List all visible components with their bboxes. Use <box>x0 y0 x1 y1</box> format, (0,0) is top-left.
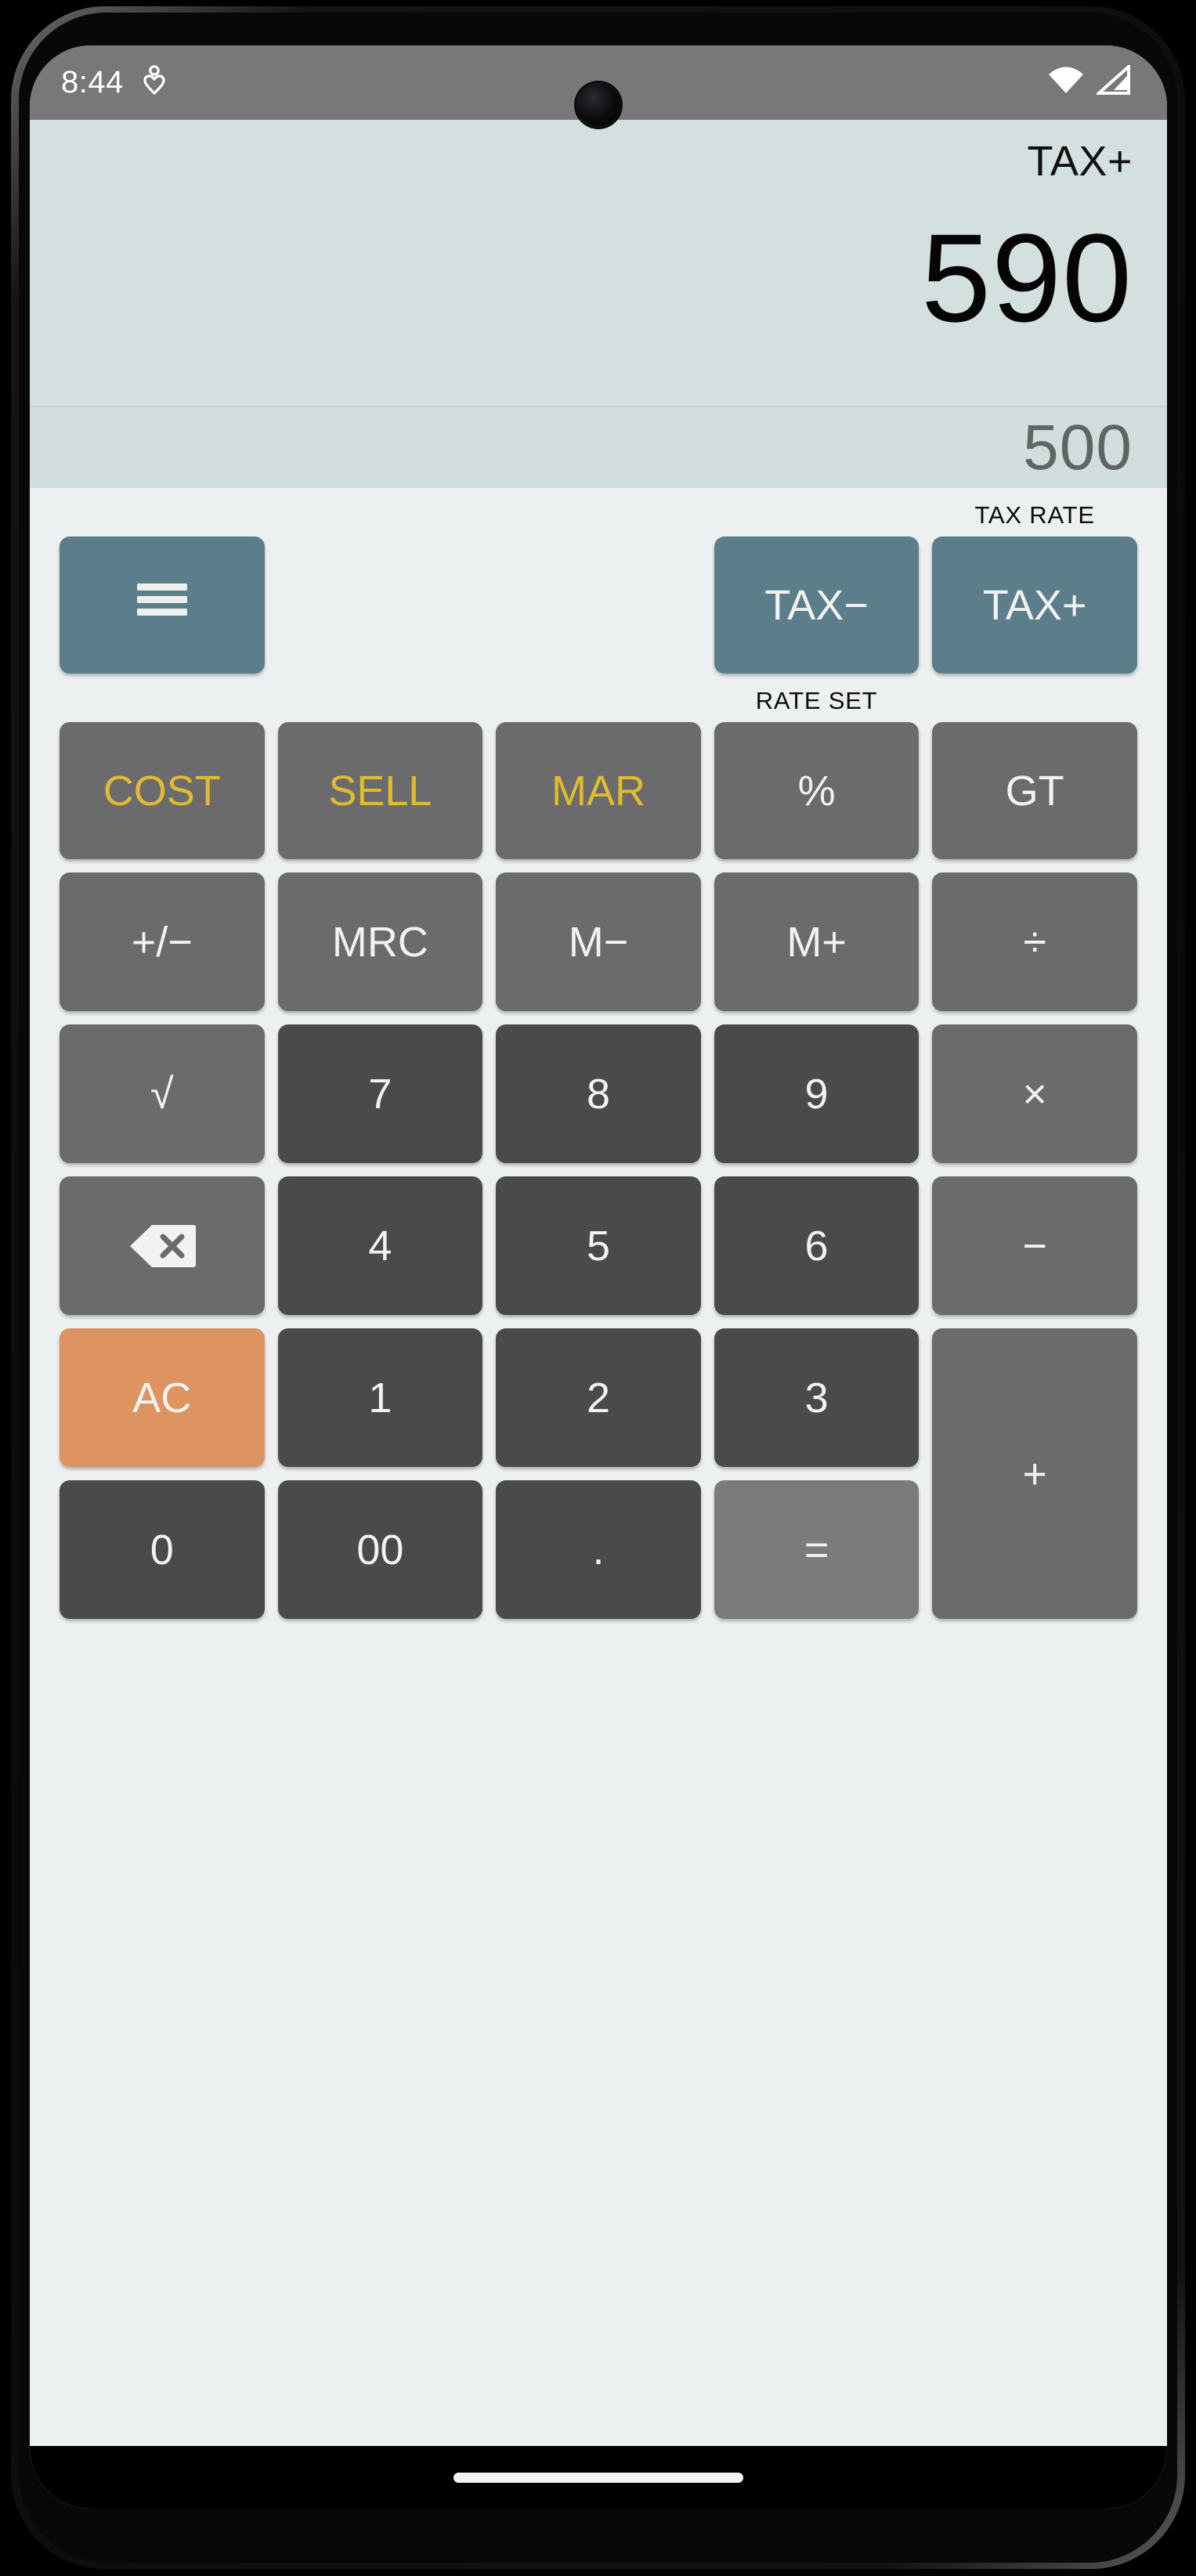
keypad-row-tax: TAX− TAX RATE TAX+ <box>60 501 1137 674</box>
digit-7-button[interactable]: 7 <box>277 1024 483 1163</box>
all-clear-button[interactable]: AC <box>60 1328 265 1467</box>
digit-9-button[interactable]: 9 <box>714 1024 920 1163</box>
multiply-cell: × <box>932 1024 1137 1163</box>
health-heart-icon <box>143 65 166 100</box>
calculator-keypad: TAX− TAX RATE TAX+ COST SELL MAR RATE SE… <box>30 488 1167 2446</box>
phone-device: 8:44 TAX+ 590 500 TAX− TAX RATE TAX+ COS… <box>0 0 1196 2576</box>
status-bar-left: 8:44 <box>61 65 166 100</box>
digit-1-button[interactable]: 1 <box>277 1328 483 1467</box>
display-mode-label: TAX+ <box>1027 138 1133 185</box>
cost-button[interactable]: COST <box>60 722 265 859</box>
m-minus-cell: M− <box>496 873 701 1011</box>
keypad-row-456: 4 5 6 − <box>60 1176 1137 1315</box>
calculator-subdisplay: 500 <box>30 406 1167 488</box>
cost-cell: COST <box>60 722 265 859</box>
cellular-signal-icon <box>1094 63 1133 100</box>
plus-cell: + <box>932 1328 1137 1619</box>
keypad-row-memory: +/− MRC M− M+ ÷ <box>60 873 1137 1011</box>
digit-3-button[interactable]: 3 <box>714 1328 920 1467</box>
minus-button[interactable]: − <box>932 1176 1137 1315</box>
digit-6-button[interactable]: 6 <box>714 1176 920 1315</box>
keypad-spacer-2 <box>496 537 701 674</box>
menu-cell <box>60 537 265 674</box>
decimal-point-cell: . <box>496 1480 701 1619</box>
backspace-button[interactable] <box>60 1176 265 1315</box>
digit-0-cell: 0 <box>60 1480 265 1619</box>
front-camera-punch-hole <box>576 83 620 127</box>
status-bar-right <box>1046 63 1133 100</box>
rate-set-label: RATE SET <box>755 687 878 714</box>
digit-2-cell: 2 <box>496 1328 701 1467</box>
sell-cell: SELL <box>277 722 483 859</box>
sqrt-cell: √ <box>60 1024 265 1163</box>
digit-3-cell: 3 <box>714 1328 920 1467</box>
mar-cell: MAR <box>496 722 701 859</box>
square-root-button[interactable]: √ <box>60 1024 265 1163</box>
menu-hamburger-icon <box>131 577 193 633</box>
equals-cell: = <box>714 1480 920 1619</box>
phone-screen: 8:44 TAX+ 590 500 TAX− TAX RATE TAX+ COS… <box>30 45 1167 2509</box>
display-main-value: 590 <box>921 208 1133 348</box>
minus-cell: − <box>932 1176 1137 1315</box>
sign-toggle-button[interactable]: +/− <box>60 873 265 1011</box>
status-time: 8:44 <box>61 65 124 99</box>
gesture-home-pill[interactable] <box>453 2472 743 2483</box>
divide-button[interactable]: ÷ <box>932 873 1137 1011</box>
sell-button[interactable]: SELL <box>277 722 483 859</box>
memory-plus-button[interactable]: M+ <box>714 873 920 1011</box>
percent-cell: RATE SET % <box>714 687 920 859</box>
backspace-icon <box>128 1222 196 1270</box>
keypad-row-business: COST SELL MAR RATE SET % GT <box>60 687 1137 859</box>
calculator-display: TAX+ 590 <box>30 120 1167 406</box>
plus-button[interactable]: + <box>932 1328 1137 1619</box>
equals-button[interactable]: = <box>714 1480 920 1619</box>
menu-button[interactable] <box>60 537 265 674</box>
digit-7-cell: 7 <box>277 1024 483 1163</box>
digit-9-cell: 9 <box>714 1024 920 1163</box>
wifi-icon <box>1046 65 1086 100</box>
decimal-point-button[interactable]: . <box>496 1480 701 1619</box>
system-navigation-bar <box>30 2446 1167 2509</box>
memory-recall-button[interactable]: MRC <box>277 873 483 1011</box>
digit-8-button[interactable]: 8 <box>496 1024 701 1163</box>
divide-cell: ÷ <box>932 873 1137 1011</box>
tax-plus-cell: TAX RATE TAX+ <box>932 501 1137 674</box>
m-plus-cell: M+ <box>714 873 920 1011</box>
backspace-cell <box>60 1176 265 1315</box>
tax-rate-label: TAX RATE <box>974 501 1095 529</box>
digit-6-cell: 6 <box>714 1176 920 1315</box>
keypad-row-789: √ 7 8 9 × <box>60 1024 1137 1163</box>
digit-5-cell: 5 <box>496 1176 701 1315</box>
ac-cell: AC <box>60 1328 265 1467</box>
memory-minus-button[interactable]: M− <box>496 873 701 1011</box>
percent-button[interactable]: % <box>714 722 920 859</box>
gt-cell: GT <box>932 722 1137 859</box>
digit-5-button[interactable]: 5 <box>496 1176 701 1315</box>
tax-minus-cell: TAX− <box>714 537 920 674</box>
keypad-grid-bottom: AC 1 2 3 + 0 00 . = <box>60 1328 1137 1619</box>
keypad-spacer-1 <box>278 537 483 674</box>
display-sub-value: 500 <box>1023 411 1133 483</box>
digit-4-cell: 4 <box>277 1176 483 1315</box>
tax-plus-button[interactable]: TAX+ <box>932 537 1137 674</box>
mar-button[interactable]: MAR <box>496 722 701 859</box>
mrc-cell: MRC <box>277 873 483 1011</box>
multiply-button[interactable]: × <box>932 1024 1137 1163</box>
digit-00-cell: 00 <box>277 1480 483 1619</box>
digit-4-button[interactable]: 4 <box>277 1176 483 1315</box>
digit-double-zero-button[interactable]: 00 <box>277 1480 483 1619</box>
digit-8-cell: 8 <box>496 1024 701 1163</box>
gt-button[interactable]: GT <box>932 722 1137 859</box>
digit-0-button[interactable]: 0 <box>60 1480 265 1619</box>
digit-1-cell: 1 <box>277 1328 483 1467</box>
sign-cell: +/− <box>60 873 265 1011</box>
digit-2-button[interactable]: 2 <box>496 1328 701 1467</box>
tax-minus-button[interactable]: TAX− <box>714 537 920 674</box>
